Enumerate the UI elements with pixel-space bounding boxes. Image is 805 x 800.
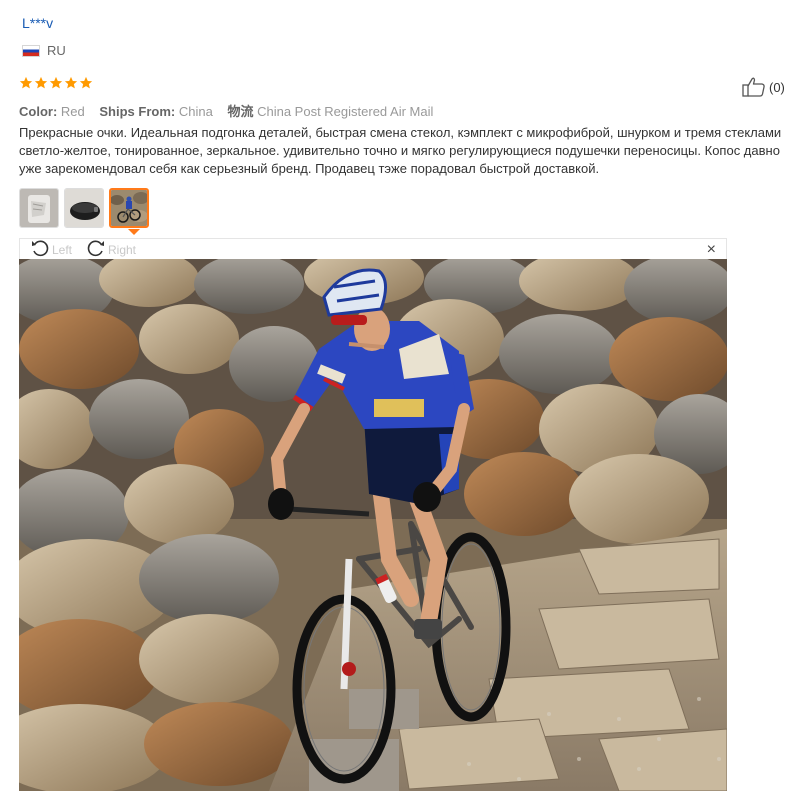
logistics-label: 物流 [227, 104, 254, 119]
star-icon [19, 76, 33, 90]
color-label: Color: [19, 104, 58, 119]
star-icon [79, 76, 93, 90]
star-icon [34, 76, 48, 90]
color-value: Red [60, 104, 85, 119]
ships-from-value: China [178, 104, 213, 119]
reviewer-name[interactable]: L***v [22, 15, 53, 31]
image-viewer-toolbar: Left Right × [19, 238, 727, 260]
rotate-right-label: Right [108, 242, 137, 257]
rotate-left-icon[interactable] [30, 238, 50, 261]
order-meta: Color: Red Ships From: China 物流 China Po… [19, 101, 444, 120]
ships-from-label: Ships From: [99, 104, 176, 119]
star-icon [49, 76, 63, 90]
review-thumbnail-3[interactable] [109, 188, 149, 228]
thumbs-up-icon[interactable] [742, 77, 766, 97]
rotate-left-label: Left [52, 242, 73, 257]
review-thumbnails [19, 188, 149, 228]
rotate-left-button[interactable]: Left [30, 239, 72, 260]
flag-ru-icon [22, 44, 40, 57]
helpful-count: (0) [769, 79, 785, 95]
review-photo[interactable] [19, 259, 727, 791]
country-code: RU [47, 43, 66, 58]
logistics-value: China Post Registered Air Mail [257, 104, 434, 119]
active-thumbnail-indicator [128, 229, 140, 235]
star-rating [19, 76, 93, 90]
helpful-button[interactable]: (0) [742, 77, 785, 97]
star-icon [64, 76, 78, 90]
close-icon[interactable]: × [707, 241, 716, 259]
rotate-right-icon[interactable] [86, 238, 106, 261]
review-text: Прекрасные очки. Идеальная подгонка дета… [19, 125, 782, 176]
rotate-right-button[interactable]: Right [86, 239, 136, 260]
review-thumbnail-2[interactable] [64, 188, 104, 228]
reviewer-country: RU [22, 43, 66, 58]
review-thumbnail-1[interactable] [19, 188, 59, 228]
